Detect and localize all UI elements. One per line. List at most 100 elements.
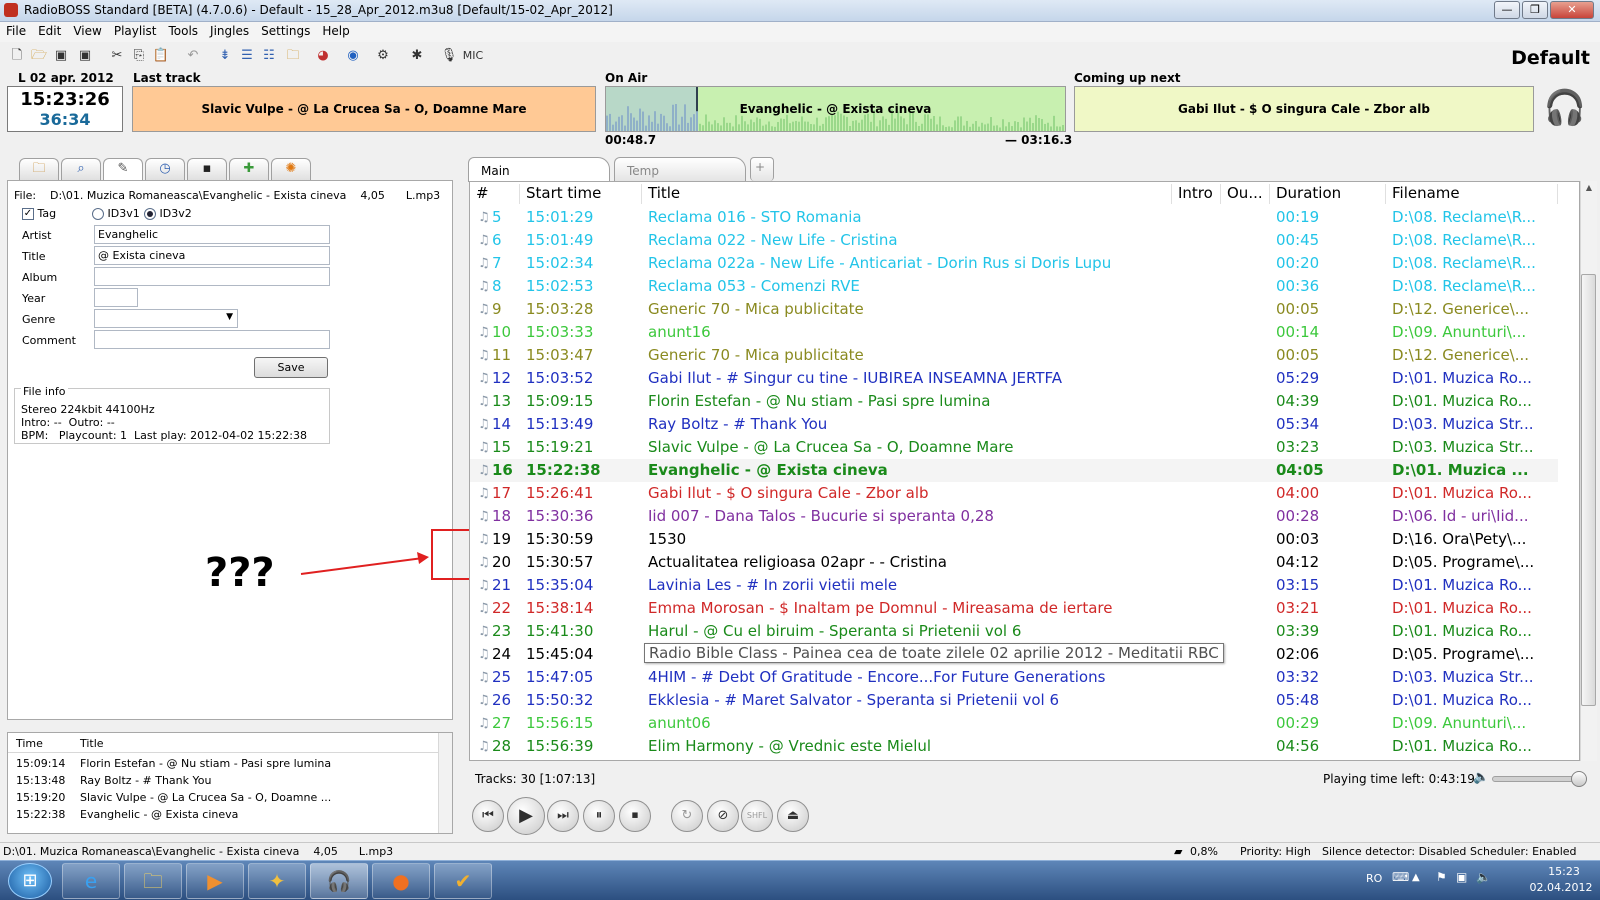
tag-tab-icon[interactable]: ✎ [103,158,143,181]
clock-time[interactable]: 15:23 [1540,865,1588,878]
menu-file[interactable]: File [0,22,32,38]
tool-icon[interactable]: ✦ [248,863,306,899]
table-row[interactable]: ♫ 28 15:56:39 Elim Harmony - @ Vrednic este… [470,735,1558,758]
playlist-icon[interactable]: ☷ [260,47,278,65]
check-icon[interactable]: ✔ [434,863,492,899]
globe-icon[interactable]: ◉ [344,47,362,65]
previous-button[interactable]: ⏮ [472,800,504,832]
plugin-tab-icon[interactable]: ✚ [229,158,269,180]
history-scrollbar[interactable] [438,733,452,833]
import-icon[interactable]: ☰ [238,47,256,65]
keyboard-icon[interactable]: ⌨ [1392,870,1409,884]
table-row[interactable]: ♫ 22 15:38:14 Emma Morosan - $ Inaltam pe D… [470,597,1558,620]
table-row[interactable]: ♫ 18 15:30:36 Iid 007 - Dana Talos - Bucuri… [470,505,1558,528]
artist-field[interactable]: Evanghelic [94,225,330,244]
table-row[interactable]: ♫ 9 15:03:28 Generic 70 - Mica publicitate 0… [470,298,1558,321]
table-row[interactable]: ♫ 23 15:41:30 Harul - @ Cu el biruim - Sper… [470,620,1558,643]
tag-checkbox[interactable]: ✓ Tag [22,207,56,220]
maximize-button[interactable]: ❐ [1522,1,1548,19]
language-indicator[interactable]: RO [1366,872,1382,885]
title-field[interactable]: @ Exista cineva [94,246,330,265]
volume-icon[interactable]: 🔈 [1476,870,1491,884]
disable-button[interactable]: ⊘ [707,800,739,832]
clock-tab-icon[interactable]: ◷ [145,158,185,180]
col-number[interactable]: # [470,184,520,204]
save-icon[interactable]: ▣ [52,47,70,65]
table-row[interactable]: ♫ 7 15:02:34 Reclama 022a - New Life - Anti… [470,252,1558,275]
album-field[interactable] [94,267,330,286]
options-tab-icon[interactable]: ✺ [271,158,311,180]
radioboss-icon[interactable]: 🎧 [310,863,368,899]
tab-main[interactable]: Main [468,157,610,182]
history-time-header[interactable]: Time [16,737,43,750]
table-row[interactable]: ♫ 25 15:47:05 4HIM - # Debt Of Gratitude - … [470,666,1558,689]
save-button[interactable]: Save [254,357,328,378]
paste-icon[interactable]: 📋 [152,47,170,65]
shuffle-button[interactable]: SHFL [741,800,773,832]
mix-icon[interactable]: ✱ [408,47,426,65]
menu-help[interactable]: Help [316,22,355,38]
undo-icon[interactable]: ↶ [184,47,202,65]
mic-label[interactable]: MIC [458,47,488,65]
table-row[interactable]: ♫ 14 15:13:49 Ray Boltz - # Thank You 05:34 D… [470,413,1558,436]
tab-temp[interactable]: Temp [614,157,746,181]
history-row[interactable]: 15:13:48 Ray Boltz - # Thank You [8,774,438,791]
year-field[interactable] [94,288,138,307]
start-button[interactable]: ⊞ [8,863,52,899]
flag-icon[interactable]: ⚑ [1436,870,1447,884]
history-row[interactable]: 15:19:20 Slavic Vulpe - @ La Crucea Sa - … [8,791,438,808]
col-title[interactable]: Title [642,184,1172,204]
save-as-icon[interactable]: ▣ [76,47,94,65]
pause-button[interactable]: ⏸ [583,800,615,832]
volume-slider[interactable] [1492,776,1584,782]
col-duration[interactable]: Duration [1270,184,1386,204]
folder-tab-icon[interactable]: 🗀 [19,158,59,180]
history-title-header[interactable]: Title [80,737,104,750]
insert-icon[interactable]: ⇟ [216,47,234,65]
folder-add-icon[interactable]: 🗀 [284,47,302,65]
table-row[interactable]: ♫ 15 15:19:21 Slavic Vulpe - @ La Crucea Sa… [470,436,1558,459]
table-row[interactable]: ♫ 11 15:03:47 Generic 70 - Mica publicitate… [470,344,1558,367]
playlist-scroll-thumb[interactable] [1581,274,1596,706]
table-row[interactable]: ♫ 16 15:22:38 Evanghelic - @ Exista cineva 0… [470,459,1558,482]
table-row[interactable]: ♫ 19 15:30:59 1530 00:03 D:\16. Ora\Pety\... [470,528,1558,551]
media-tab-icon[interactable]: ▪ [187,158,227,180]
copy-icon[interactable]: ⎘ [130,47,148,65]
cut-icon[interactable]: ✂ [108,47,126,65]
comment-field[interactable] [94,330,330,349]
table-row[interactable]: ♫ 27 15:56:15 anunt06 00:29 D:\09. Anunturi\.… [470,712,1558,735]
id3v1-radio[interactable]: ID3v1 [92,207,140,220]
table-row[interactable]: ♫ 12 15:03:52 Gabi Ilut - # Singur cu tine … [470,367,1558,390]
firefox-icon[interactable]: ● [372,863,430,899]
open-folder-icon[interactable]: 🗁 [30,47,48,65]
add-tab-button[interactable]: + [750,157,774,181]
media-player-icon[interactable]: ▶ [186,863,244,899]
stop-button[interactable]: ⏹ [619,800,651,832]
table-row[interactable]: ♫ 21 15:35:04 Lavinia Les - # In zorii viet… [470,574,1558,597]
eject-button[interactable]: ⏏ [777,800,809,832]
id3v2-radio[interactable]: ID3v2 [144,207,192,220]
table-row[interactable]: ♫ 17 15:26:41 Gabi Ilut - $ O singura Cale … [470,482,1558,505]
loop-button[interactable]: ↻ [671,800,703,832]
clock-date[interactable]: 02.04.2012 [1528,881,1594,894]
menu-settings[interactable]: Settings [255,22,316,38]
search-tab-icon[interactable]: ⌕ [61,158,101,180]
next-button[interactable]: ⏭ [547,800,579,832]
col-intro[interactable]: Intro [1172,184,1221,204]
menu-tools[interactable]: Tools [162,22,204,38]
stream-icon[interactable]: ◕ [314,47,332,65]
table-row[interactable]: ♫ 24 15:45:04 Radio Bible Class - Painea ce… [470,643,1558,666]
col-start-time[interactable]: Start time [520,184,642,204]
genre-select[interactable]: ▼ [94,309,238,328]
table-row[interactable]: ♫ 5 15:01:29 Reclama 016 - STO Romania 00:19… [470,206,1558,229]
mic-icon[interactable]: 🎙 [440,47,458,65]
menu-jingles[interactable]: Jingles [204,22,255,38]
menu-playlist[interactable]: Playlist [108,22,163,38]
scroll-up-icon[interactable]: ▲ [1581,183,1597,192]
table-row[interactable]: ♫ 6 15:01:49 Reclama 022 - New Life - Crist… [470,229,1558,252]
history-row[interactable]: 15:09:14 Florin Estefan - @ Nu stiam - Pa… [8,757,438,774]
chevron-up-icon[interactable]: ▲ [1412,872,1420,883]
network-icon[interactable]: ▣ [1456,870,1467,884]
minimize-button[interactable]: — [1494,1,1520,19]
ie-icon[interactable]: e [62,863,120,899]
